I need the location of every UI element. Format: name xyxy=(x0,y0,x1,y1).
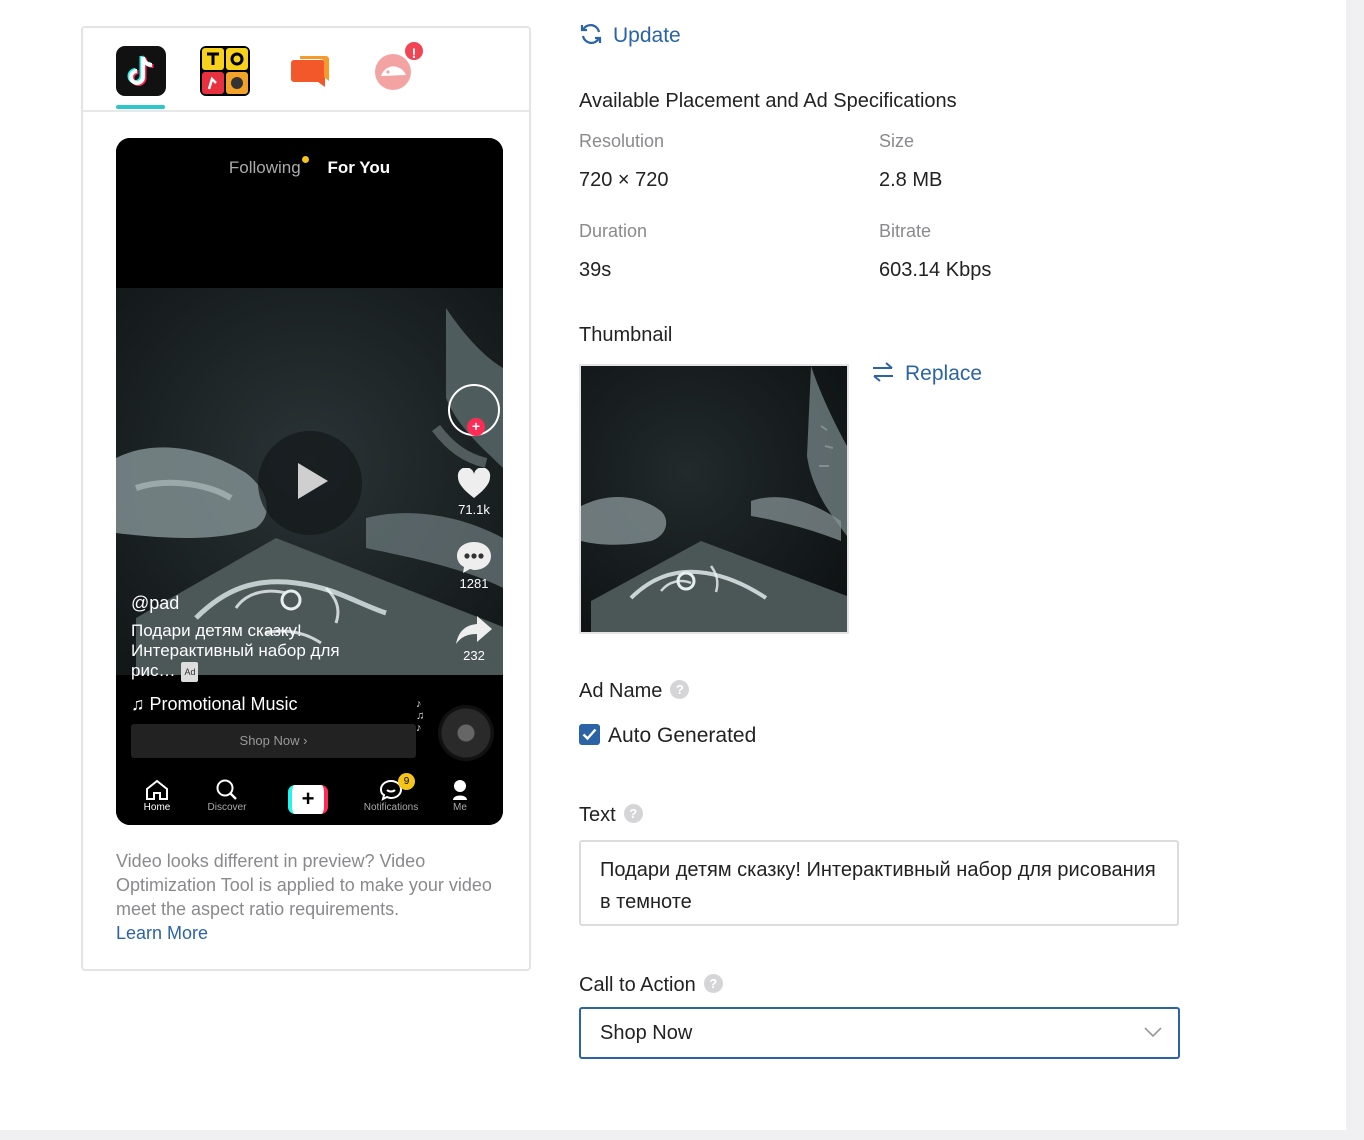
chevron-down-icon xyxy=(1144,1027,1162,1038)
thumbnail-image xyxy=(579,364,849,634)
feed-tabs: Following For You xyxy=(116,156,503,178)
home-icon xyxy=(146,779,168,800)
ad-text-input[interactable]: Подари детям сказку! Интерактивный набор… xyxy=(579,840,1179,926)
alert-badge: ! xyxy=(403,40,425,62)
placement-specs-title: Available Placement and Ad Specification… xyxy=(579,90,957,112)
share-count: 232 xyxy=(463,648,485,663)
like-action[interactable]: 71.1k xyxy=(446,468,502,517)
share-action[interactable]: 232 xyxy=(446,614,502,663)
caption-text-line-3: рис… xyxy=(131,661,176,680)
active-tab-underline xyxy=(116,105,165,109)
call-to-action-value: Shop Now xyxy=(600,1022,693,1044)
tab-topbuzz[interactable] xyxy=(200,46,250,96)
replace-label: Replace xyxy=(905,362,983,385)
comment-count: 1281 xyxy=(459,576,489,591)
bitrate-label: Bitrate xyxy=(879,221,932,241)
music-label: ♫ Promotional Music xyxy=(131,694,298,714)
auto-generated-checkbox[interactable]: Auto Generated xyxy=(579,723,757,748)
update-label: Update xyxy=(613,24,681,47)
text-help-icon[interactable]: ? xyxy=(623,804,643,824)
call-to-action-label: Call to Action? xyxy=(579,974,723,997)
update-button[interactable]: Update xyxy=(579,24,681,48)
text-field-label: Text? xyxy=(579,804,643,827)
cta-help-icon[interactable]: ? xyxy=(703,974,723,994)
nav-create-plus-button[interactable]: + xyxy=(288,785,328,814)
ad-label-chip: Ad xyxy=(181,661,199,682)
refresh-icon xyxy=(580,24,602,45)
notification-count-badge: 9 xyxy=(398,773,415,790)
feed-tab-following[interactable]: Following xyxy=(229,156,309,177)
preview-note: Video looks different in preview? Video … xyxy=(116,849,506,945)
replace-thumbnail-button[interactable]: Replace xyxy=(871,362,982,386)
preview-shop-now-button[interactable]: Shop Now › xyxy=(131,724,416,758)
phone-top-area: Following For You xyxy=(116,138,503,288)
nav-discover[interactable]: Discover xyxy=(192,779,262,813)
tab-tiktok[interactable] xyxy=(116,46,166,96)
music-notes-icon: ♪ ♫ ♪ xyxy=(416,698,425,734)
learn-more-link[interactable]: Learn More xyxy=(116,921,506,945)
creator-avatar[interactable]: + xyxy=(448,384,500,436)
play-icon xyxy=(298,463,328,499)
feed-tab-for-you[interactable]: For You xyxy=(327,158,390,177)
ad-name-help-icon[interactable]: ? xyxy=(670,680,690,700)
video-caption: @pad Подари детям сказку! Интерактивный … xyxy=(131,593,431,682)
preview-note-text: Video looks different in preview? Video … xyxy=(116,851,492,919)
tiktok-app-icon xyxy=(116,46,166,96)
caption-text-line-2: Интерактивный набор для xyxy=(131,641,340,660)
swap-icon xyxy=(873,362,893,383)
phone-preview: Following For You + 71.1k 1281 232 @pad … xyxy=(116,138,503,825)
resolution-value: 720 × 720 xyxy=(579,169,669,191)
play-button[interactable] xyxy=(258,431,362,535)
duration-label: Duration xyxy=(579,221,648,241)
placement-app-tabs: ! xyxy=(83,28,529,112)
thumbnail-picture xyxy=(581,366,847,632)
nav-me[interactable]: Me xyxy=(425,779,495,813)
topbuzz-app-icon xyxy=(200,46,250,96)
heart-icon xyxy=(457,468,491,498)
ad-creative-panel: ! Following For You + 71.1k 1281 232 @pa… xyxy=(0,0,1346,1130)
auto-generated-label: Auto Generated xyxy=(608,724,757,747)
comment-icon xyxy=(457,542,491,573)
resolution-label: Resolution xyxy=(579,131,665,151)
phone-bottom-nav: Home Discover + Notifications 9 Me xyxy=(116,773,503,825)
size-value: 2.8 MB xyxy=(879,169,943,191)
call-to-action-select[interactable]: Shop Now xyxy=(579,1007,1180,1059)
nav-notifications[interactable]: Notifications 9 xyxy=(356,773,426,813)
bitrate-value: 603.14 Kbps xyxy=(879,259,992,281)
tab-buzzvideo[interactable] xyxy=(284,46,334,96)
like-count: 71.1k xyxy=(458,502,490,517)
search-icon xyxy=(216,779,237,800)
music-disc-icon xyxy=(438,705,494,761)
buzzvideo-app-icon xyxy=(291,56,329,87)
comment-action[interactable]: 1281 xyxy=(446,540,502,591)
nav-home[interactable]: Home xyxy=(122,779,192,813)
preview-card: ! Following For You + 71.1k 1281 232 @pa… xyxy=(81,26,531,971)
size-label: Size xyxy=(879,131,915,151)
checkbox-checked-icon xyxy=(579,723,600,745)
duration-value: 39s xyxy=(579,259,612,281)
ad-name-label: Ad Name? xyxy=(579,680,690,703)
share-arrow-icon xyxy=(456,616,492,644)
profile-icon xyxy=(453,780,467,800)
caption-username[interactable]: @pad xyxy=(131,593,431,613)
caption-text-line-1: Подари детям сказку! xyxy=(131,621,302,640)
following-dot xyxy=(301,156,309,163)
thumbnail-title: Thumbnail xyxy=(579,324,673,346)
follow-plus-icon[interactable]: + xyxy=(467,418,485,436)
